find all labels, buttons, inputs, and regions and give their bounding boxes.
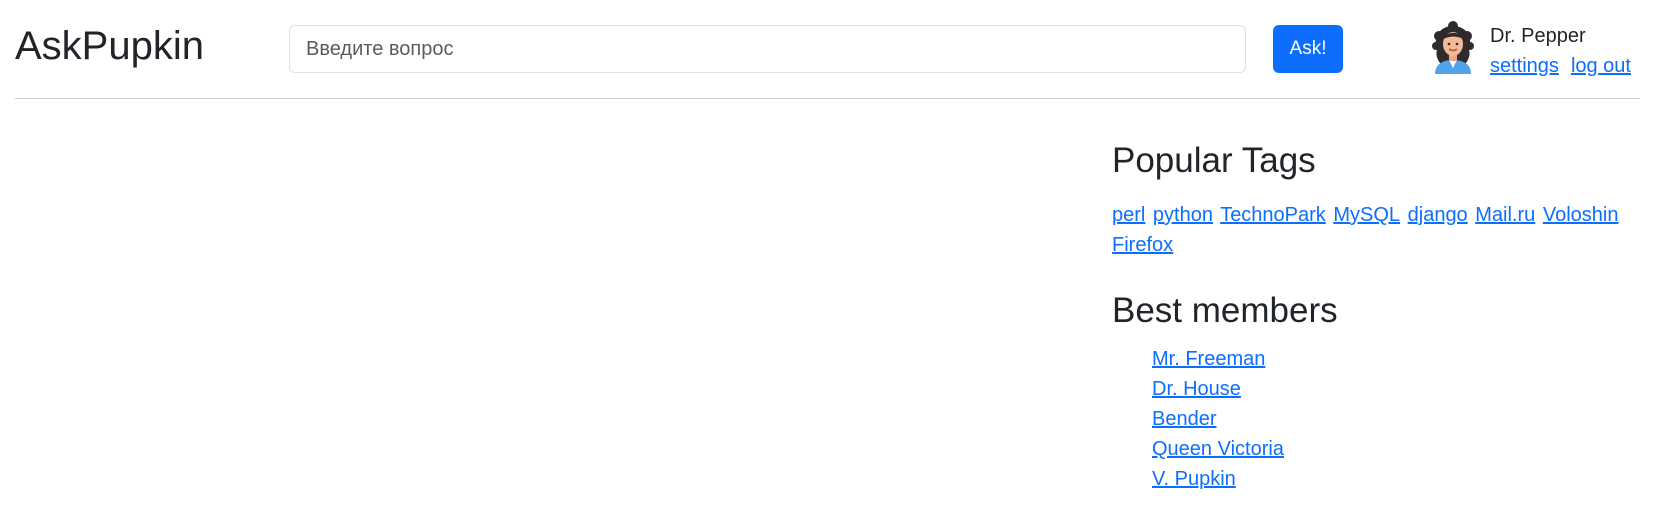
tag-link[interactable]: django (1408, 204, 1468, 226)
member-link[interactable]: Mr. Freeman (1152, 348, 1265, 370)
site-logo[interactable]: AskPupkin (15, 20, 204, 72)
tag-link[interactable]: perl (1112, 204, 1145, 226)
member-link[interactable]: Queen Victoria (1152, 438, 1284, 460)
search-input[interactable] (289, 25, 1246, 73)
user-name: Dr. Pepper (1490, 25, 1586, 47)
popular-tags-title: Popular Tags (1112, 141, 1316, 180)
tag-link[interactable]: Voloshin (1543, 204, 1619, 226)
list-item: Dr. House (1152, 374, 1632, 404)
header-divider (15, 98, 1640, 99)
tag-link[interactable]: Mail.ru (1475, 204, 1535, 226)
tag-list: perl python TechnoPark MySQL django Mail… (1112, 200, 1632, 260)
member-link[interactable]: Dr. House (1152, 378, 1241, 400)
member-link[interactable]: V. Pupkin (1152, 468, 1236, 490)
sidebar: Popular Tags perl python TechnoPark MySQ… (1112, 138, 1632, 494)
list-item: Queen Victoria (1152, 434, 1632, 464)
tag-link[interactable]: MySQL (1333, 204, 1400, 226)
user-links: settings log out (1490, 52, 1631, 80)
settings-link[interactable]: settings (1490, 55, 1559, 77)
tag-link[interactable]: TechnoPark (1220, 204, 1326, 226)
ask-button[interactable]: Ask! (1273, 25, 1343, 73)
list-item: Bender (1152, 404, 1632, 434)
list-item: V. Pupkin (1152, 464, 1632, 494)
user-avatar-icon[interactable] (1427, 20, 1479, 74)
header: AskPupkin Ask! Dr. Pepper (15, 0, 1640, 100)
logout-link[interactable]: log out (1571, 55, 1631, 77)
list-item: Mr. Freeman (1152, 344, 1632, 374)
member-list: Mr. Freeman Dr. House Bender Queen Victo… (1112, 344, 1632, 494)
tag-link[interactable]: Firefox (1112, 234, 1173, 256)
tag-link[interactable]: python (1153, 204, 1213, 226)
member-link[interactable]: Bender (1152, 408, 1217, 430)
best-members-title: Best members (1112, 291, 1338, 330)
